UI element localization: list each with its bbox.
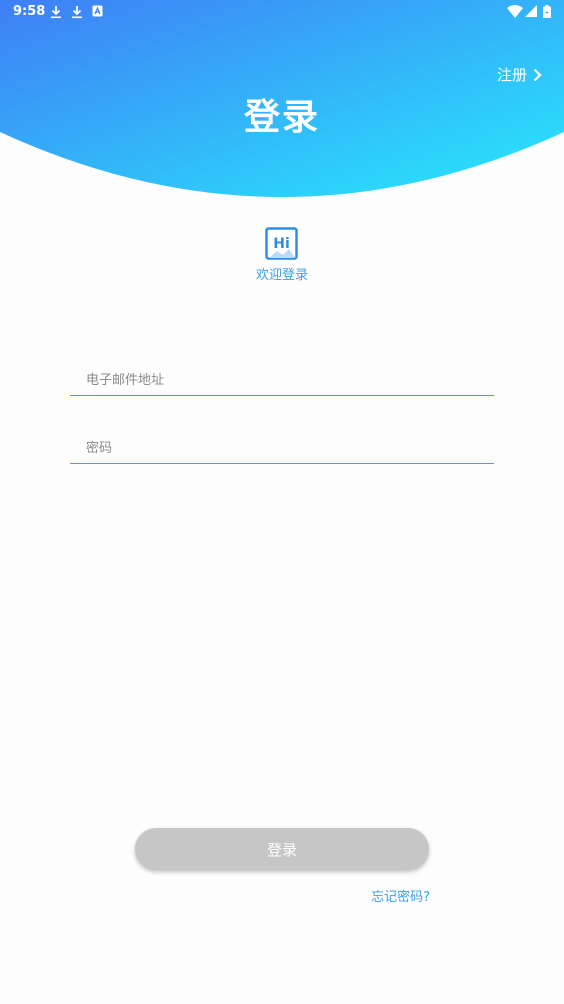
forgot-password-link[interactable]: 忘记密码?: [371, 886, 430, 905]
download-icon: [72, 6, 82, 19]
chevron-right-icon: [533, 68, 542, 81]
battery-icon: [543, 5, 551, 18]
login-button[interactable]: 登录: [135, 828, 429, 870]
welcome-text: 欢迎登录: [255, 268, 308, 283]
email-input[interactable]: [84, 365, 488, 395]
page-title: 登录: [243, 97, 320, 138]
status-bar: 9:58: [0, 0, 564, 24]
password-field: [70, 433, 494, 464]
register-link[interactable]: 注册: [497, 64, 542, 85]
hi-logo-icon: Hi: [265, 227, 298, 260]
logo-text: Hi: [273, 236, 290, 252]
email-field: [70, 365, 494, 396]
signal-icon: [525, 5, 537, 17]
keyboard-icon: [92, 5, 103, 17]
password-input[interactable]: [84, 433, 488, 463]
wifi-icon: [507, 5, 523, 18]
register-label: 注册: [496, 66, 527, 84]
download-icon: [51, 6, 61, 19]
status-time: 9:58: [13, 4, 46, 19]
